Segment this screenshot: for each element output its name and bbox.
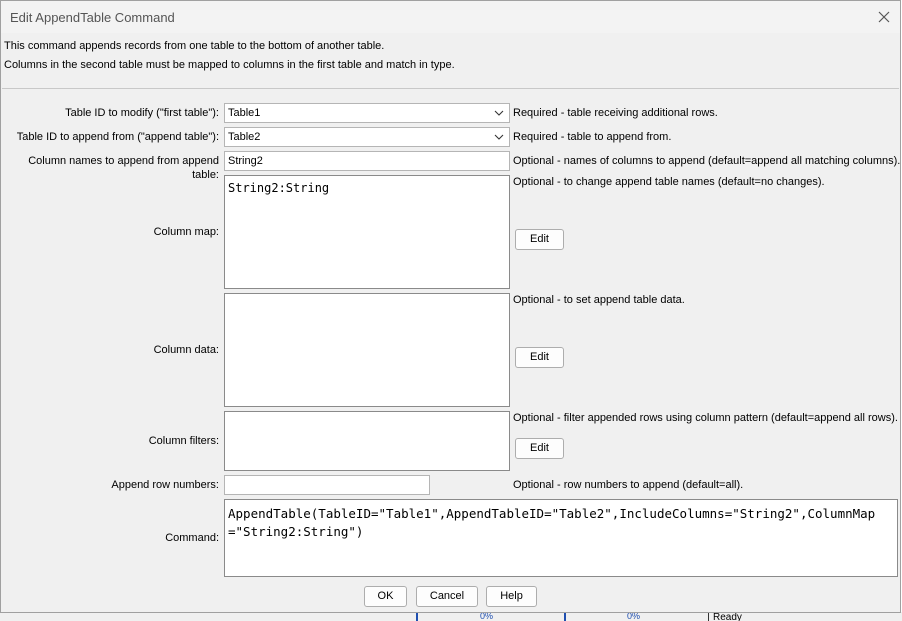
column-data-textarea[interactable] xyxy=(224,293,510,407)
append-table-id-hint: Required - table to append from. xyxy=(513,131,672,143)
column-filters-hint: Optional - filter appended rows using co… xyxy=(513,412,898,424)
close-icon xyxy=(878,11,890,23)
table-id-label: Table ID to modify ("first table"): xyxy=(65,107,219,119)
column-data-label: Column data: xyxy=(153,344,219,356)
column-filters-edit-button[interactable]: Edit xyxy=(515,438,564,459)
table-id-value: Table1 xyxy=(228,107,261,119)
background-progress-left xyxy=(416,612,418,621)
include-columns-hint: Optional - names of columns to append (d… xyxy=(513,155,901,167)
help-button[interactable]: Help xyxy=(486,586,537,607)
table-id-combo[interactable]: Table1 xyxy=(224,103,510,123)
column-data-hint: Optional - to set append table data. xyxy=(513,294,685,306)
append-rows-input[interactable] xyxy=(224,475,430,495)
column-data-edit-button[interactable]: Edit xyxy=(515,347,564,368)
append-rows-hint: Optional - row numbers to append (defaul… xyxy=(513,479,744,491)
background-status-text: Ready xyxy=(708,612,768,621)
append-table-id-combo[interactable]: Table2 xyxy=(224,127,510,147)
ok-button[interactable]: OK xyxy=(364,586,407,607)
title-bar: Edit AppendTable Command xyxy=(1,1,900,33)
chevron-down-icon xyxy=(494,110,504,116)
edit-appendtable-dialog: Edit AppendTable Command This command ap… xyxy=(0,0,901,613)
column-map-textarea[interactable]: String2:String xyxy=(224,175,510,289)
close-button[interactable] xyxy=(876,9,892,25)
command-label: Command: xyxy=(165,532,219,544)
description-line-1: This command appends records from one ta… xyxy=(4,40,385,52)
include-columns-input[interactable]: String2 xyxy=(224,151,510,171)
table-id-hint: Required - table receiving additional ro… xyxy=(513,107,718,119)
column-map-label: Column map: xyxy=(153,226,219,238)
append-table-id-value: Table2 xyxy=(228,131,261,143)
column-map-hint: Optional - to change append table names … xyxy=(513,176,825,188)
background-progress-right xyxy=(564,612,566,621)
append-table-id-label: Table ID to append from ("append table")… xyxy=(16,131,219,143)
chevron-down-icon xyxy=(494,134,504,140)
window-title: Edit AppendTable Command xyxy=(10,10,175,25)
command-textarea[interactable]: AppendTable(TableID="Table1",AppendTable… xyxy=(224,499,898,577)
column-filters-textarea[interactable] xyxy=(224,411,510,471)
description-line-2: Columns in the second table must be mapp… xyxy=(4,59,455,71)
column-filters-label: Column filters: xyxy=(148,435,219,447)
separator xyxy=(2,88,899,89)
column-map-edit-button[interactable]: Edit xyxy=(515,229,564,250)
include-columns-label: Column names to append from append table… xyxy=(28,155,219,181)
append-rows-label: Append row numbers: xyxy=(111,479,219,491)
cancel-button[interactable]: Cancel xyxy=(416,586,478,607)
